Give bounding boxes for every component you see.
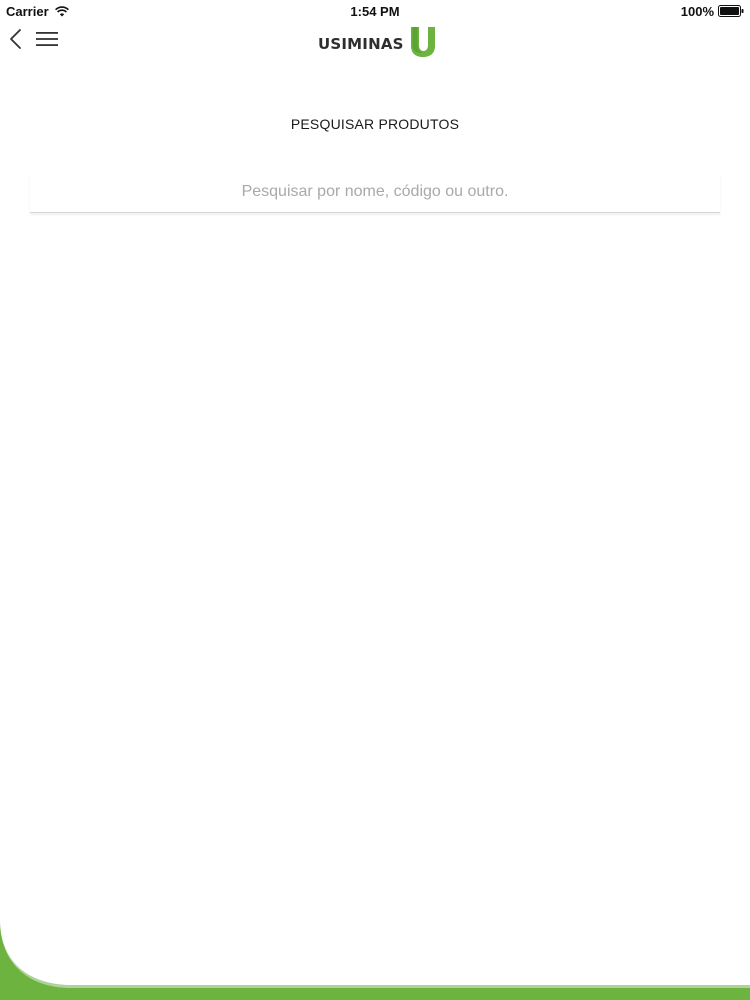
logo-text: USIMINAS — [318, 35, 404, 53]
wifi-icon — [54, 5, 69, 17]
app-screen: Carrier 1:54 PM 100% USIMINAS PESQUISAR … — [0, 0, 750, 1000]
chevron-left-icon — [8, 28, 22, 55]
page-title: PESQUISAR PRODUTOS — [290, 116, 460, 132]
status-time: 1:54 PM — [350, 3, 400, 19]
carrier-label: Carrier — [6, 3, 49, 19]
search-input[interactable] — [30, 174, 720, 210]
status-bar: Carrier 1:54 PM 100% — [0, 0, 750, 22]
hamburger-menu-icon — [36, 31, 58, 52]
battery-icon — [718, 5, 744, 17]
usiminas-logo: USIMINAS — [318, 26, 438, 63]
back-button[interactable] — [4, 28, 26, 54]
status-left: Carrier — [0, 4, 69, 19]
search-field-container — [30, 174, 720, 213]
navigation-bar: USIMINAS — [0, 22, 750, 64]
bottom-decoration — [0, 920, 750, 1000]
logo-u-icon — [408, 26, 438, 63]
battery-percent: 100% — [680, 3, 714, 19]
status-right: 100% — [681, 4, 750, 19]
menu-button[interactable] — [35, 30, 59, 52]
